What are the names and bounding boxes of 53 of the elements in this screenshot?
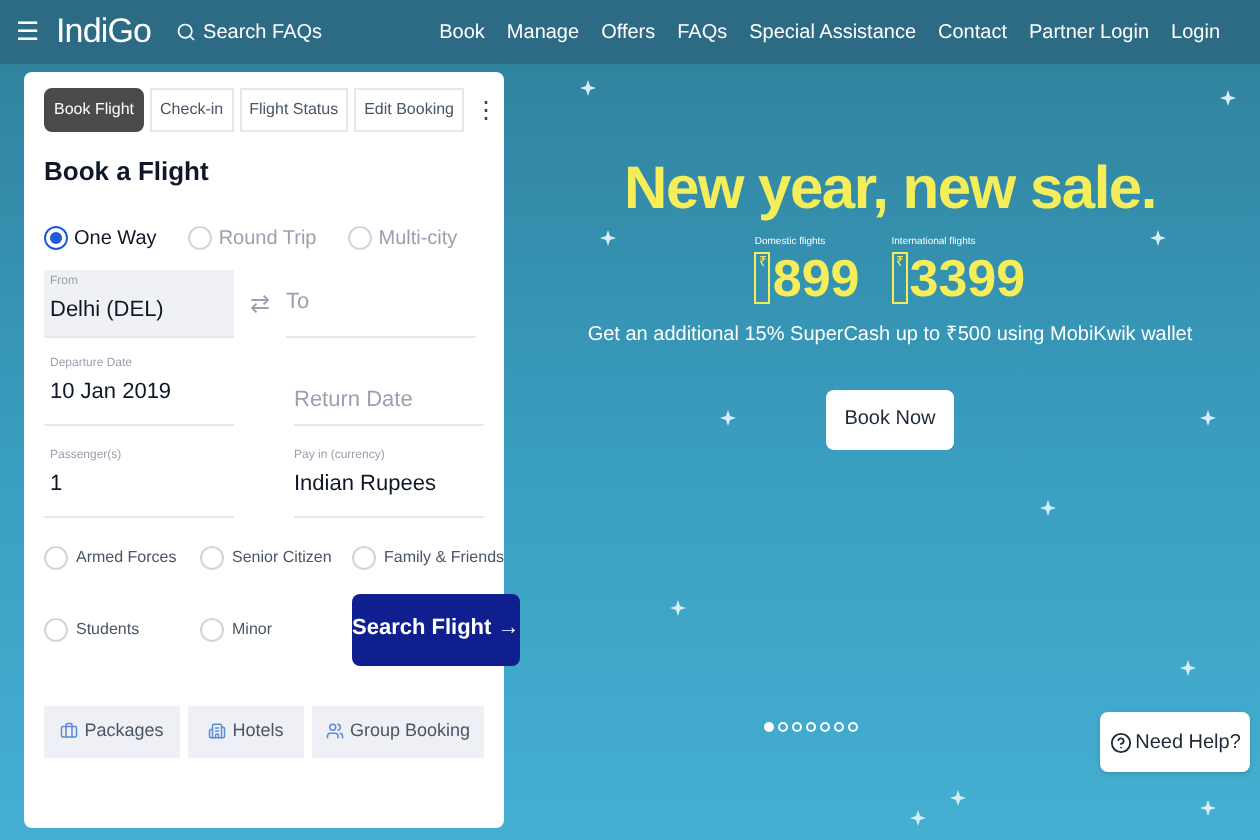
booking-title: Book a Flight [44, 154, 211, 190]
sparkle-icon [950, 790, 966, 806]
suitcase-icon [60, 722, 79, 740]
radio-label: Students [76, 617, 140, 641]
sparkle-icon [1220, 90, 1236, 106]
sparkle-icon [1180, 660, 1196, 676]
radio-label: Armed Forces [76, 545, 177, 569]
sparkle-icon [910, 810, 926, 826]
nav-link[interactable]: FAQs [677, 17, 728, 47]
help-icon [1109, 731, 1132, 753]
search-flight-button[interactable]: Search Flight → [352, 593, 520, 665]
tab[interactable]: Book Flight [44, 88, 145, 132]
radio-label: Multi-city [378, 225, 458, 253]
radio-label: Round Trip [218, 225, 317, 253]
nav-link[interactable]: Offers [601, 17, 656, 47]
quick-link[interactable]: Group Booking [312, 705, 484, 757]
nav-link[interactable]: Partner Login [1028, 17, 1150, 47]
tab[interactable]: Check-in [150, 88, 234, 132]
radio-label: Family & Friends [384, 545, 505, 569]
search-faqs-link[interactable]: Search FAQs [203, 17, 323, 47]
sparkle-icon [1150, 230, 1166, 246]
menu-icon[interactable]: ☰ [16, 12, 40, 52]
nav-link[interactable]: Special Assistance [749, 17, 917, 47]
tab[interactable]: Flight Status [239, 88, 349, 132]
price: 899 [772, 251, 860, 303]
nav-link[interactable]: Manage [506, 17, 580, 47]
need-help-button[interactable]: Need Help? [1100, 712, 1250, 772]
radio-label: Senior Citizen [232, 545, 332, 569]
radio-label: One Way [74, 225, 157, 253]
radio-button[interactable] [44, 226, 68, 250]
book-now-button[interactable]: Book Now [826, 389, 954, 449]
sparkle-icon [670, 600, 686, 616]
quick-link[interactable]: Packages [44, 705, 180, 757]
sale-headline: New year, new sale. [624, 160, 1156, 220]
logo[interactable]: IndiGo [56, 6, 152, 58]
sparkle-icon [580, 80, 596, 96]
nav-link[interactable]: Login [1171, 17, 1220, 47]
quick-link[interactable]: Hotels [188, 705, 304, 757]
building-icon [208, 722, 227, 740]
nav-link[interactable]: Contact [938, 17, 1007, 47]
price: 3399 [909, 251, 1026, 303]
group-icon [325, 722, 344, 740]
sparkle-icon [1200, 410, 1216, 426]
sparkle-icon [1200, 800, 1216, 816]
tab[interactable]: Edit Booking [354, 88, 464, 132]
sparkle-icon [720, 410, 736, 426]
sparkle-icon [1040, 500, 1056, 516]
sparkle-icon [600, 230, 616, 246]
search-icon[interactable] [175, 22, 196, 42]
nav-link[interactable]: Book [439, 17, 485, 47]
offer-text: Get an additional 15% SuperCash up to ₹500 using MobiKwik wallet [587, 321, 1193, 349]
more-icon[interactable]: ⋮ [474, 92, 498, 128]
radio-label: Minor [232, 617, 273, 641]
